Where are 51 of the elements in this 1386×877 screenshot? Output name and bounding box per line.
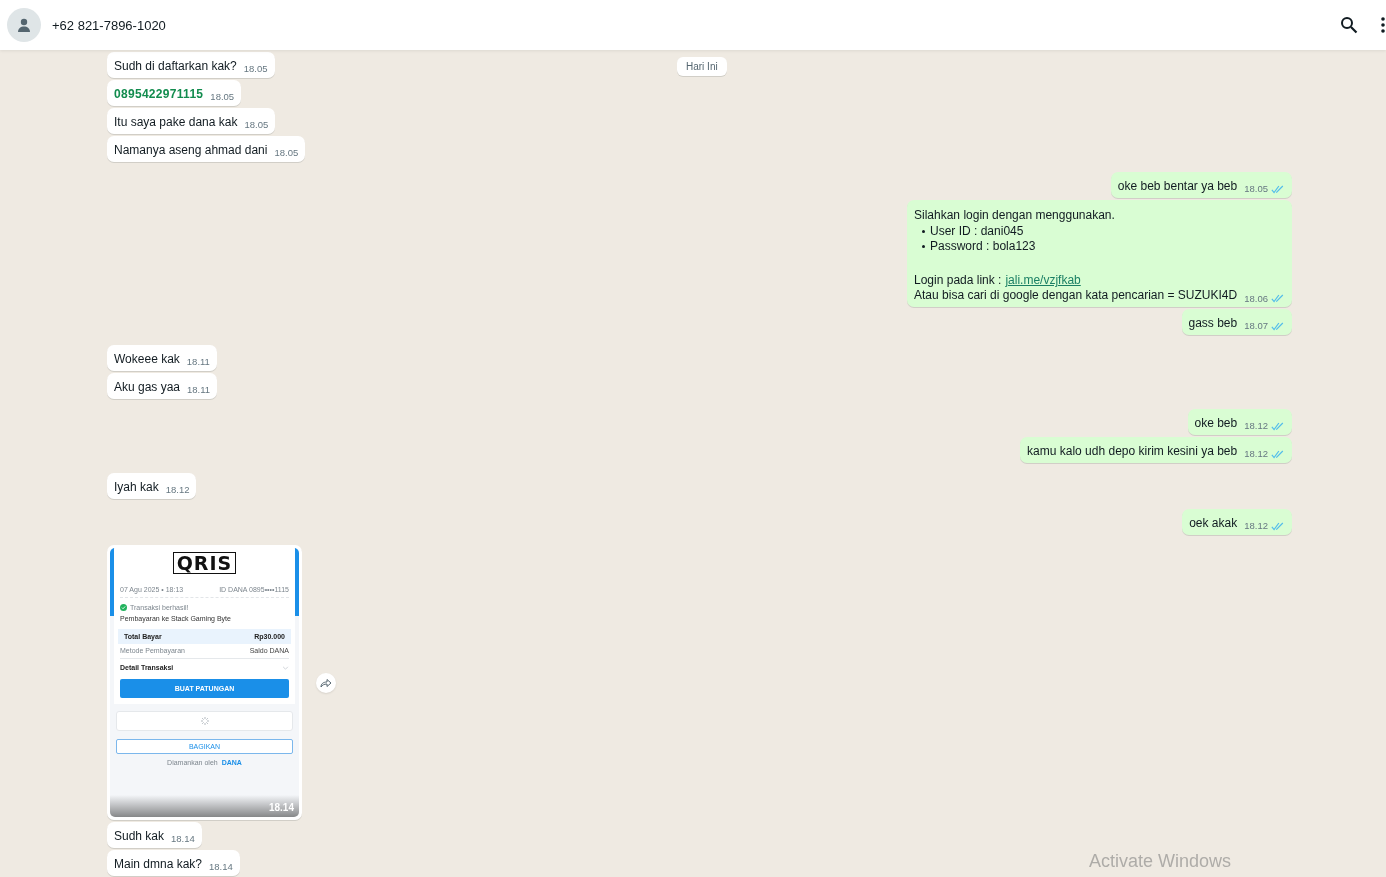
message-time: 18.05 (1244, 182, 1268, 196)
avatar-icon[interactable] (7, 8, 41, 42)
message-text: Sudh kak (114, 828, 165, 845)
menu-icon[interactable] (1380, 16, 1386, 34)
bullet-icon (922, 230, 925, 233)
check-icon (120, 604, 127, 611)
message-time: 18.12 (1244, 519, 1268, 533)
forward-button[interactable] (316, 672, 336, 693)
message-time: 18.12 (1244, 419, 1268, 433)
message-time: 18.14 (171, 832, 195, 846)
message-text: Atau bisa cari di google dengan kata pencarian = SUZUKI4D (914, 288, 1238, 303)
message-text: oke beb (1194, 415, 1238, 432)
list-item: Password : bola123 (930, 239, 1036, 254)
message-text: Main dmna kak? (114, 856, 203, 873)
message-time: 18.05 (243, 62, 268, 76)
message-link[interactable]: jali.me/vzjfkab (1005, 273, 1081, 288)
bullet-icon (922, 245, 925, 248)
contact-name[interactable]: +62 821-7896-1020 (52, 17, 1340, 33)
message-text: kamu kalo udh depo kirim kesini ya beb (1027, 443, 1238, 460)
message-text: Namanya aseng ahmad dani (114, 142, 268, 159)
qris-logo: QRIS (172, 552, 237, 574)
forward-icon (320, 677, 332, 688)
message-text: Aku gas yaa (114, 379, 181, 396)
message-text: gass beb (1188, 315, 1238, 332)
message-text: Itu saya pake dana kak (114, 114, 238, 131)
message-text: oek akak (1189, 515, 1238, 532)
message-time: 18.07 (1244, 319, 1268, 333)
list-item: User ID : dani045 (930, 224, 1024, 239)
search-icon[interactable] (1340, 16, 1358, 34)
spinner-icon (200, 717, 209, 725)
message-time: 18.05 (244, 118, 269, 132)
date-chip: Hari Ini (677, 57, 727, 76)
message-time: 18.11 (186, 355, 210, 369)
message-text: Wokeee kak (114, 351, 180, 368)
image-message[interactable] (107, 545, 302, 820)
message-time: 18.05 (210, 90, 235, 104)
activation-notice: Activate Windows (1089, 851, 1232, 872)
phone-link[interactable]: 0895422971115 (114, 85, 204, 103)
message-text: Sudh di daftarkan kak? (114, 58, 237, 75)
message-time: 18.11 (187, 383, 211, 397)
image-time: 18.14 (268, 802, 294, 813)
message-text: Iyah kak (114, 479, 159, 496)
message-time: 18.05 (274, 146, 299, 160)
message-time: 18.12 (165, 483, 190, 497)
message-text: Silahkan login dengan menggunakan. (914, 207, 1116, 224)
message-time: 18.06 (1244, 292, 1268, 306)
message-time: 18.14 (209, 860, 233, 874)
message-time: 18.12 (1244, 447, 1268, 461)
message-text: oke beb bentar ya beb (1117, 178, 1238, 195)
message-text: Login pada link : (914, 273, 1002, 288)
chevron-icon (282, 665, 289, 670)
